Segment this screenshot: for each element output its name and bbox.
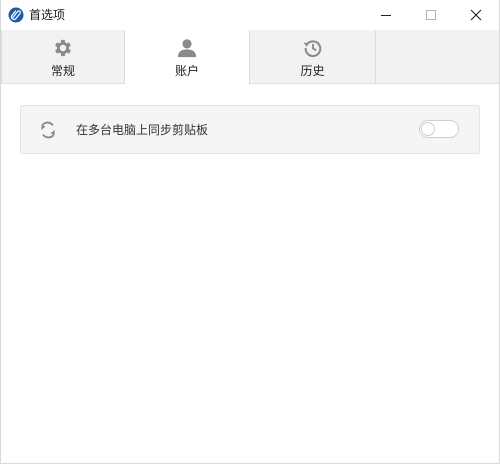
maximize-icon: [426, 10, 436, 20]
clipboard-app-icon: [8, 7, 24, 23]
sync-clipboard-setting: 在多台电脑上同步剪贴板: [20, 105, 480, 154]
tab-account[interactable]: 账户: [125, 30, 250, 85]
tab-history[interactable]: 历史: [250, 30, 376, 84]
history-icon: [302, 40, 321, 57]
tab-general-label: 常规: [50, 64, 75, 78]
sync-clipboard-toggle[interactable]: [419, 120, 459, 138]
preferences-window: 首选项 常规 账户 历史 在多台电脑上同步剪贴板: [0, 0, 500, 464]
close-button[interactable]: [453, 0, 499, 30]
tab-bar: 常规 账户 历史: [1, 30, 499, 85]
user-icon: [177, 39, 197, 58]
tab-account-label: 账户: [174, 64, 199, 78]
close-icon: [470, 9, 482, 21]
tab-general[interactable]: 常规: [1, 30, 125, 84]
sync-icon: [41, 121, 55, 139]
maximize-button[interactable]: [408, 0, 454, 30]
gear-icon: [55, 39, 71, 57]
sync-clipboard-label: 在多台电脑上同步剪贴板: [76, 123, 209, 137]
window-title: 首选项: [29, 8, 66, 22]
tab-history-label: 历史: [300, 64, 325, 78]
minimize-icon: [381, 15, 391, 16]
minimize-button[interactable]: [363, 0, 409, 30]
toggle-knob: [421, 122, 435, 136]
title-bar[interactable]: 首选项: [1, 0, 499, 30]
